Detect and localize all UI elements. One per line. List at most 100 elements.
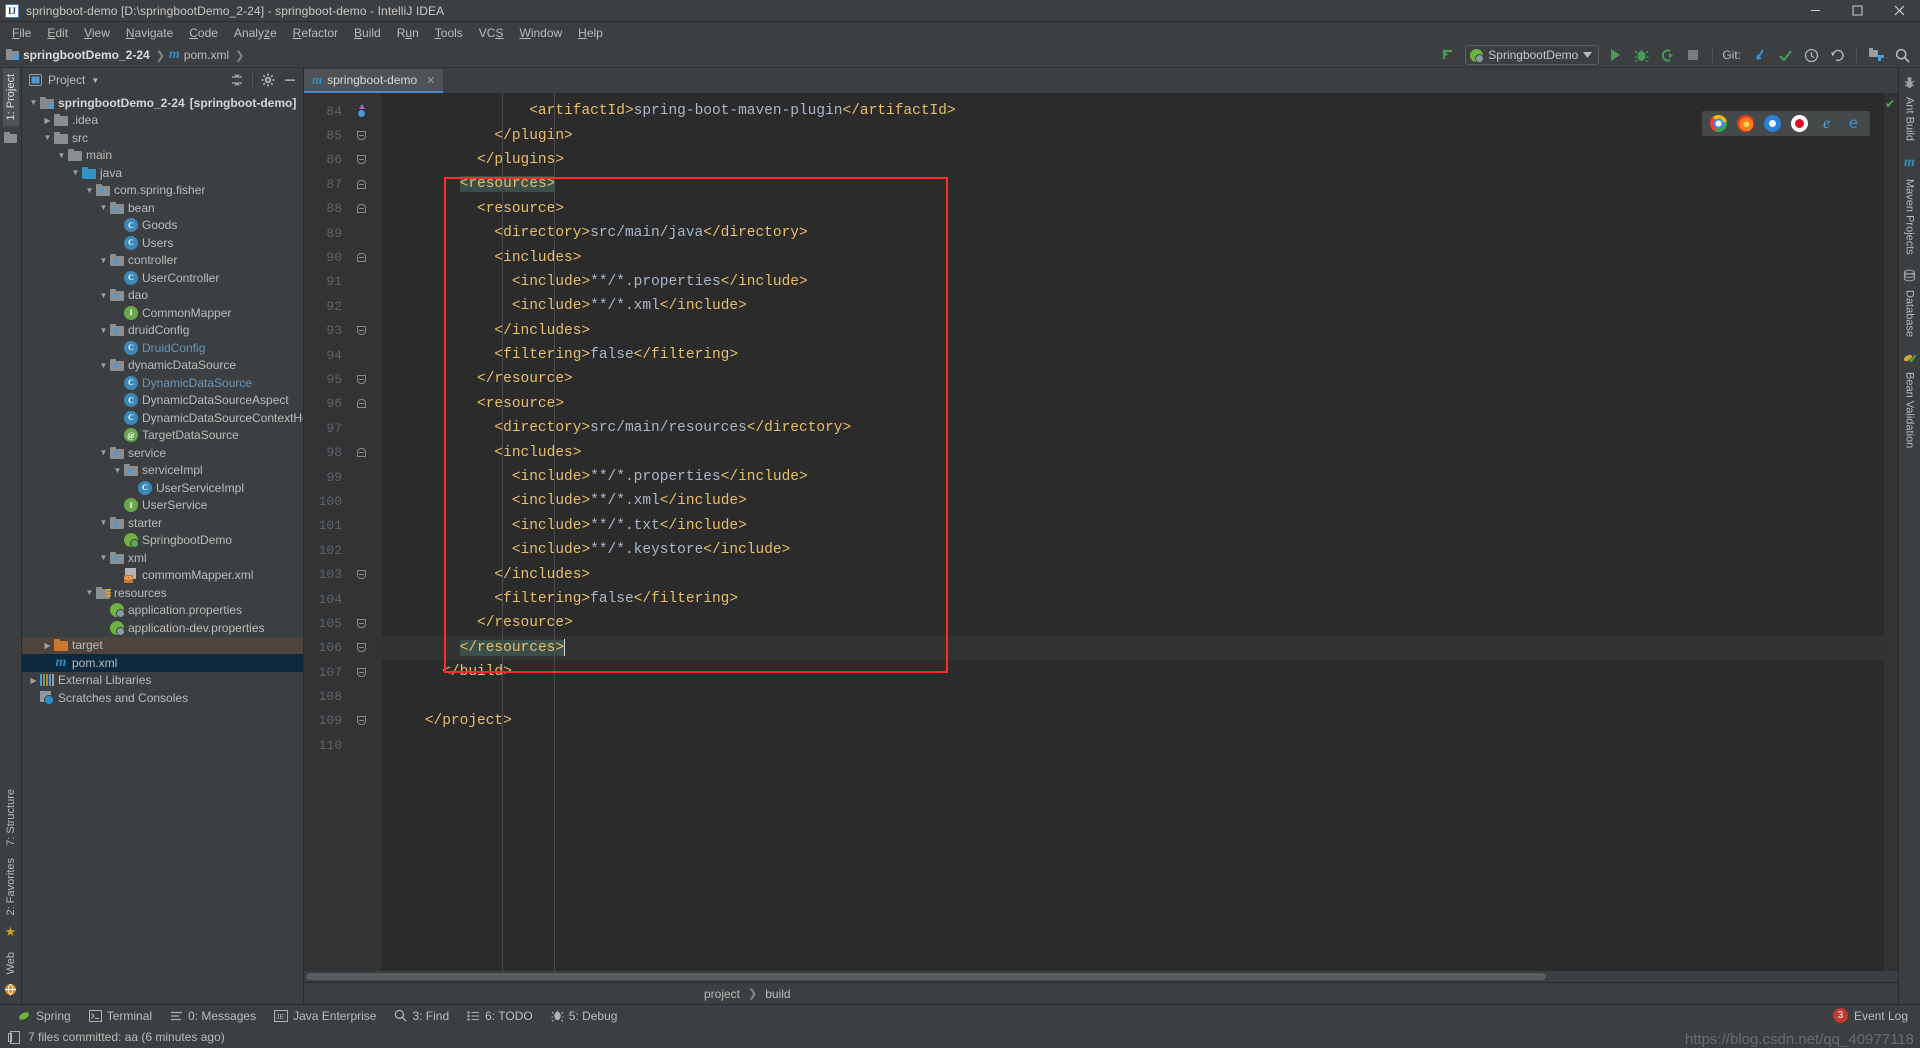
gutter-line[interactable]: 108 [304,684,382,708]
toolwindow-messages[interactable]: 0: Messages [170,1009,256,1023]
vcs-update-icon[interactable] [1749,45,1769,65]
gutter-marker[interactable] [346,618,376,628]
toolwindow-terminal[interactable]: Terminal [88,1009,152,1023]
opera-icon[interactable] [1791,115,1808,132]
tree-node-main[interactable]: ▼ main [22,147,303,165]
code-line[interactable] [382,733,1884,757]
gutter-marker[interactable] [346,131,376,141]
gutter-line[interactable]: 94 [304,343,382,367]
gutter-line[interactable]: 102 [304,538,382,562]
code-content[interactable]: <artifactId> spring-boot-maven-plugin </ar… [382,93,1884,971]
code-line[interactable]: </includes> [382,562,1884,586]
editor-tab-springboot-demo[interactable]: m springboot-demo ✕ [304,69,444,93]
gutter-line[interactable]: 95 [304,367,382,391]
collapse-arrow-icon[interactable]: ▼ [98,252,109,269]
gutter-line[interactable]: 104 [304,587,382,611]
tree-node-application-properties[interactable]: ▶application.properties [22,602,303,620]
code-fold-icon[interactable] [356,326,366,336]
gutter-line[interactable]: 86 [304,148,382,172]
minimize-button[interactable] [1794,0,1836,22]
tree-node-commonmapper[interactable]: ▶ICommonMapper [22,304,303,322]
settings-gear-icon[interactable] [259,71,277,89]
gutter-line[interactable]: 109 [304,709,382,733]
tree-node-external-libraries[interactable]: ▶ External Libraries [22,672,303,690]
code-line[interactable]: </build> [382,660,1884,684]
code-line[interactable]: <filtering> false </filtering> [382,587,1884,611]
gutter-marker[interactable] [346,667,376,677]
code-line[interactable]: <include> **/*.xml </include> [382,294,1884,318]
toolwindow-java-enterprise[interactable]: JE Java Enterprise [274,1009,376,1023]
code-line[interactable]: <include> **/*.properties </include> [382,465,1884,489]
update-project-button[interactable] [1439,45,1459,65]
menu-window[interactable]: Window [511,24,570,42]
safari-icon[interactable] [1764,115,1781,132]
collapse-arrow-icon[interactable]: ▼ [98,514,109,531]
code-fold-icon[interactable] [356,618,366,628]
code-line[interactable]: </resource> [382,367,1884,391]
gutter-line[interactable]: 85 [304,123,382,147]
gutter-line[interactable]: 103 [304,562,382,586]
collapse-arrow-icon[interactable]: ▼ [98,322,109,339]
code-fold-icon[interactable] [356,253,366,263]
code-fold-icon[interactable] [356,131,366,141]
toolwindow-find[interactable]: 3: Find [394,1009,449,1023]
gutter-line[interactable]: 96 [304,392,382,416]
code-line[interactable]: <directory> src/main/java </directory> [382,221,1884,245]
tree-node-springbootdemo-2-24[interactable]: ▼ springbootDemo_2-24 [springboot-demo] D:\… [22,94,303,112]
code-line[interactable]: </plugins> [382,148,1884,172]
sidebar-tab-database[interactable]: Database [1902,284,1918,343]
menu-tools[interactable]: Tools [427,24,471,42]
gutter-line[interactable]: 99 [304,465,382,489]
collapse-arrow-icon[interactable]: ▼ [28,94,39,111]
gutter-marker[interactable] [346,399,376,409]
code-line[interactable]: <includes> [382,245,1884,269]
gutter-line[interactable]: 90 [304,245,382,269]
run-button[interactable] [1605,45,1625,65]
code-fold-icon[interactable] [356,448,366,458]
gutter-marker[interactable] [346,155,376,165]
breadcrumb-build-element[interactable]: build [765,987,790,1001]
tree-node-src[interactable]: ▼ src [22,129,303,147]
toolwindow-debug[interactable]: 5: Debug [551,1009,617,1023]
collapse-arrow-icon[interactable]: ▼ [98,199,109,216]
expand-arrow-icon[interactable]: ▶ [42,112,53,129]
collapse-arrow-icon[interactable]: ▼ [84,584,95,601]
tree-node-dao[interactable]: ▼ dao [22,287,303,305]
menu-edit[interactable]: Edit [39,24,76,42]
close-button[interactable] [1878,0,1920,22]
run-configuration-selector[interactable]: SpringbootDemo [1465,45,1600,65]
tree-node-application-dev-properties[interactable]: ▶application-dev.properties [22,619,303,637]
code-line[interactable]: </project> [382,709,1884,733]
collapse-arrow-icon[interactable]: ▼ [42,129,53,146]
code-line[interactable] [382,684,1884,708]
code-fold-icon[interactable] [356,179,366,189]
tree-node-controller[interactable]: ▼ controller [22,252,303,270]
code-line[interactable]: <include> **/*.properties </include> [382,270,1884,294]
project-structure-button[interactable] [1866,45,1886,65]
gutter-line[interactable]: 89 [304,221,382,245]
menu-view[interactable]: View [76,24,118,42]
tree-node-dynamicdatasource[interactable]: ▼ dynamicDataSource [22,357,303,375]
sidebar-tab-bean-validation[interactable]: Bean Validation [1902,366,1918,454]
gutter-marker[interactable] [346,643,376,653]
gutter-marker[interactable] [346,103,376,118]
gutter-marker[interactable] [346,204,376,214]
code-line[interactable]: <filtering> false </filtering> [382,343,1884,367]
code-line[interactable]: </includes> [382,319,1884,343]
code-fold-icon[interactable] [356,716,366,726]
sidebar-tab-maven-projects[interactable]: Maven Projects [1902,173,1918,261]
code-line[interactable]: </resource> [382,611,1884,635]
sidebar-tab-ant-build[interactable]: Ant Build [1902,91,1918,147]
hide-panel-icon[interactable] [281,71,299,89]
collapse-arrow-icon[interactable]: ▼ [98,444,109,461]
gutter-line[interactable]: 88 [304,197,382,221]
code-line[interactable]: <resource> [382,197,1884,221]
code-fold-icon[interactable] [356,399,366,409]
tree-node-druidconfig[interactable]: ▼ druidConfig [22,322,303,340]
gutter-marker[interactable] [346,326,376,336]
project-tree[interactable]: ▼ springbootDemo_2-24 [springboot-demo] D:\… [22,92,303,1004]
code-fold-icon[interactable] [356,204,366,214]
code-line[interactable]: </plugin> [382,123,1884,147]
tree-node-pom-xml[interactable]: ▶mpom.xml [22,654,303,672]
expand-arrow-icon[interactable]: ▶ [42,637,53,654]
